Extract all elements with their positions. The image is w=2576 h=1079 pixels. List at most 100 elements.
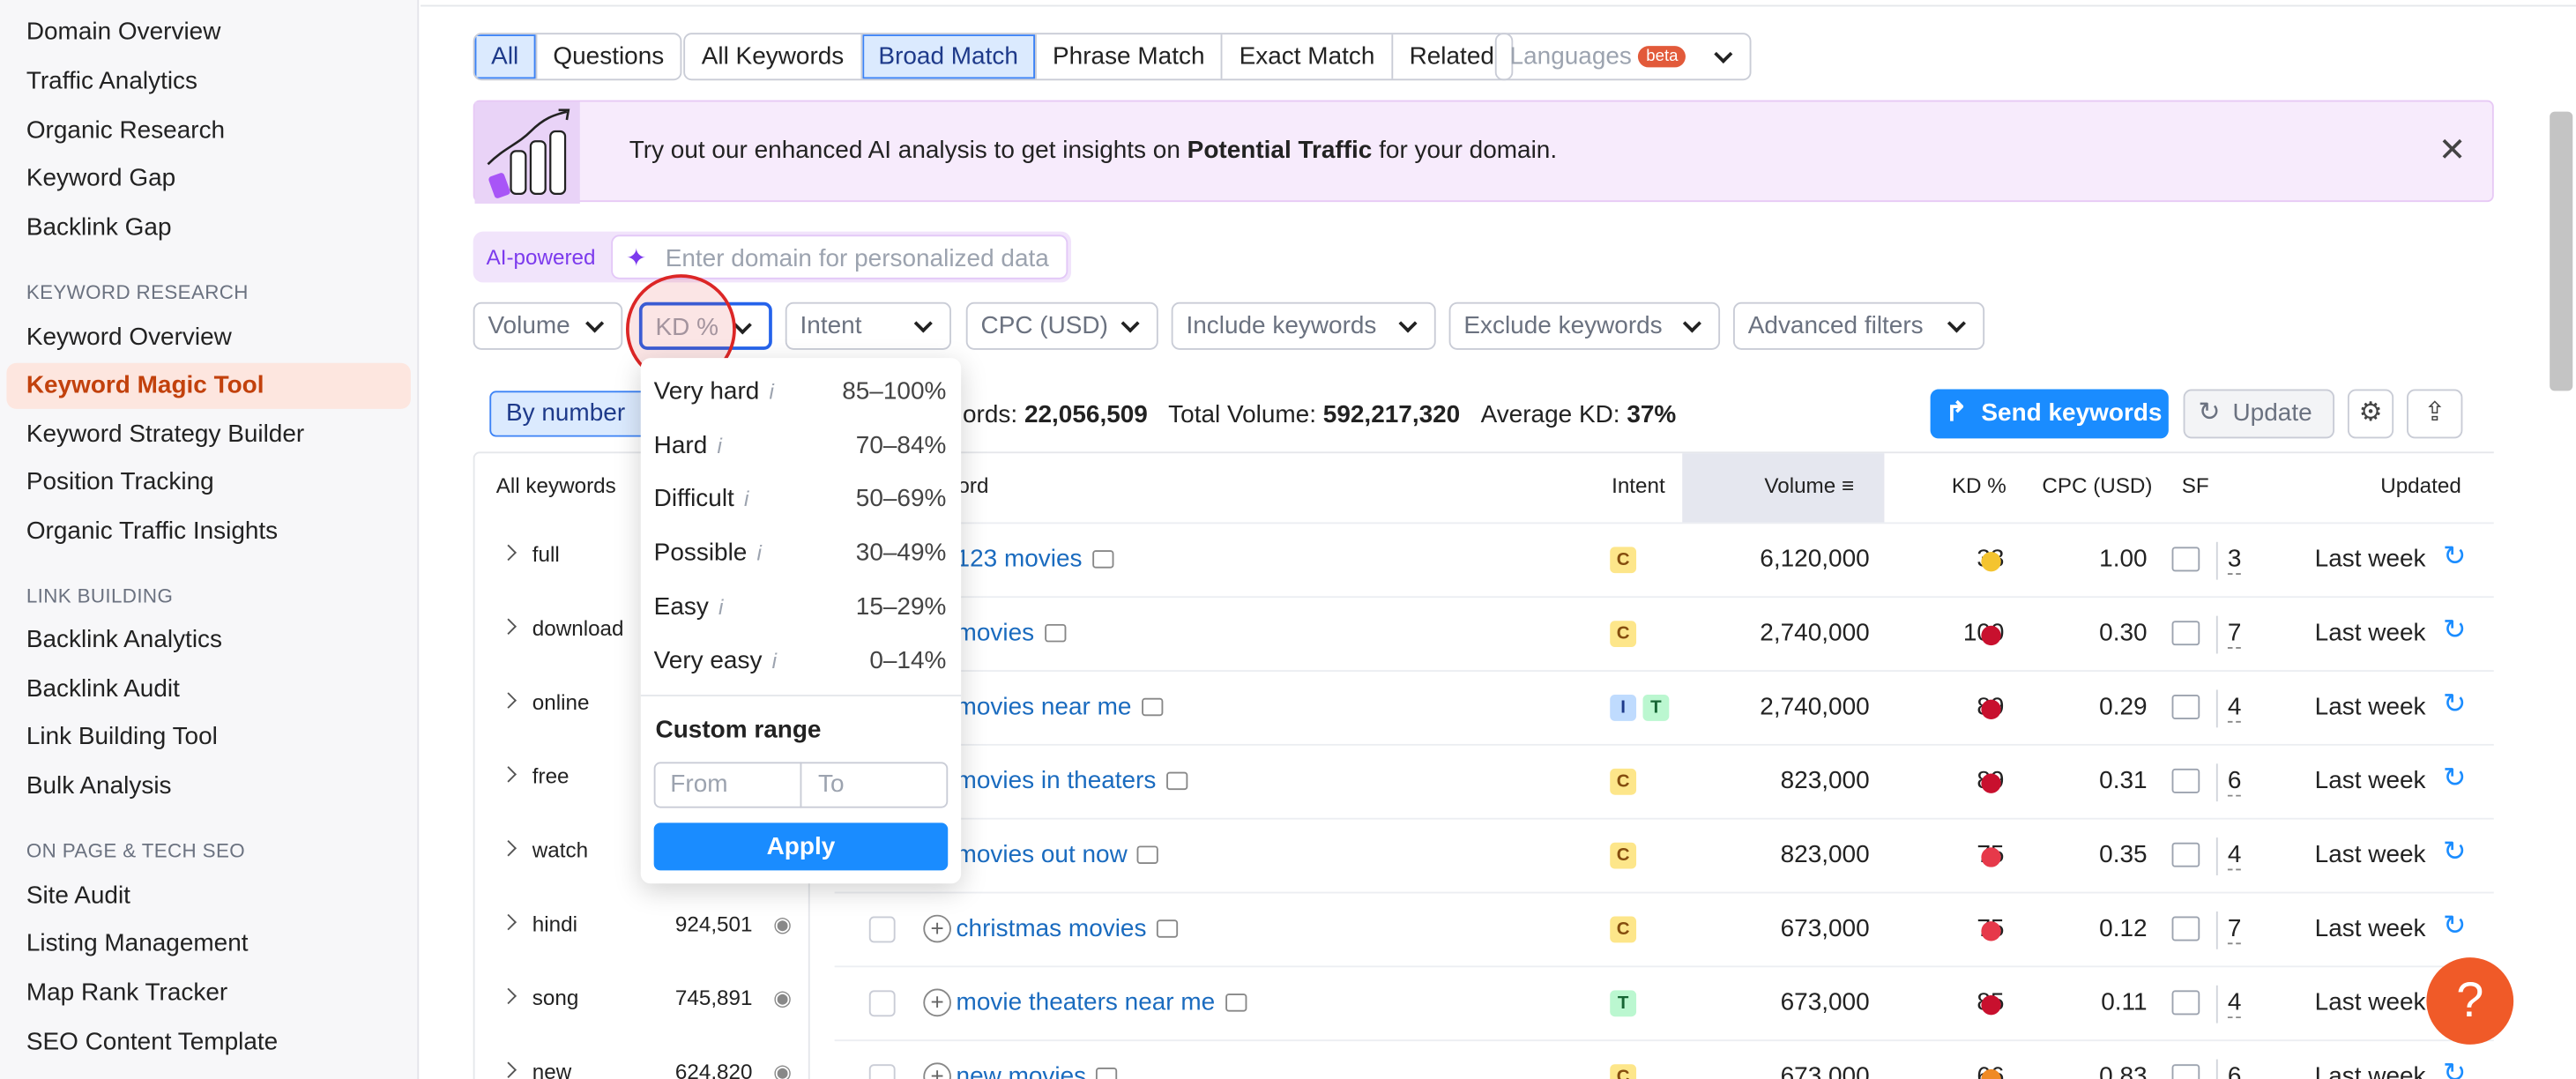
sidebar-item-map-rank-tracker[interactable]: Map Rank Tracker bbox=[26, 979, 227, 1007]
update-button[interactable]: ↻ Update bbox=[2183, 389, 2335, 439]
serp-features-icon[interactable] bbox=[2171, 768, 2200, 793]
sf-count[interactable]: 4 bbox=[2227, 989, 2242, 1019]
keyword-link[interactable]: movies near me bbox=[957, 693, 1163, 721]
sidebar-item-backlink-audit[interactable]: Backlink Audit bbox=[26, 675, 180, 703]
languages-select[interactable]: Languages beta bbox=[1494, 33, 1752, 81]
header-cpc[interactable]: CPC (USD) bbox=[2042, 473, 2152, 498]
sidebar-item-position-tracking[interactable]: Position Tracking bbox=[26, 468, 214, 496]
add-icon[interactable]: + bbox=[923, 914, 951, 943]
serp-features-icon[interactable] bbox=[2171, 916, 2200, 941]
sf-count[interactable]: 6 bbox=[2228, 1062, 2242, 1079]
row-checkbox[interactable] bbox=[868, 1064, 896, 1079]
sidebar-item-seo-content-template[interactable]: SEO Content Template bbox=[26, 1028, 278, 1056]
tab-all[interactable]: All bbox=[474, 34, 537, 79]
group-item[interactable]: song 745,891 ◉ bbox=[475, 963, 812, 1037]
add-icon[interactable]: + bbox=[923, 1062, 951, 1079]
kd-option[interactable]: Very hard i 85–100% bbox=[641, 365, 961, 418]
tab-related[interactable]: Related bbox=[1393, 34, 1511, 78]
sidebar-item-link-building-tool[interactable]: Link Building Tool bbox=[26, 723, 218, 751]
kd-option[interactable]: Very easy i 0–14% bbox=[641, 633, 961, 686]
group-item[interactable]: new 624,820 ◉ bbox=[475, 1037, 812, 1079]
scrollbar[interactable] bbox=[2550, 111, 2573, 391]
tab-all-keywords[interactable]: All Keywords bbox=[685, 34, 862, 79]
refresh-icon[interactable]: ↻ bbox=[2443, 836, 2467, 868]
header-keyword[interactable]: ord bbox=[957, 473, 988, 498]
close-icon[interactable]: ✕ bbox=[2438, 135, 2466, 167]
sidebar-item-backlink-gap[interactable]: Backlink Gap bbox=[26, 213, 172, 242]
header-sf[interactable]: SF bbox=[2182, 473, 2209, 498]
row-checkbox[interactable] bbox=[868, 990, 896, 1017]
refresh-icon[interactable]: ↻ bbox=[2443, 688, 2467, 721]
header-kd[interactable]: KD % bbox=[1952, 473, 2006, 498]
filter-include-keywords[interactable]: Include keywords bbox=[1171, 301, 1436, 350]
filter-exclude-keywords[interactable]: Exclude keywords bbox=[1448, 301, 1721, 350]
refresh-icon[interactable]: ↻ bbox=[2443, 910, 2467, 942]
refresh-icon[interactable]: ↻ bbox=[2443, 1058, 2467, 1079]
add-icon[interactable]: + bbox=[923, 988, 951, 1017]
refresh-icon[interactable]: ↻ bbox=[2443, 614, 2467, 647]
help-icon[interactable]: ? bbox=[2426, 957, 2514, 1045]
sidebar-item-site-audit[interactable]: Site Audit bbox=[26, 882, 130, 910]
kd-option[interactable]: Easy i 15–29% bbox=[641, 579, 961, 632]
send-keywords-button[interactable]: ↱ Send keywords bbox=[1930, 389, 2169, 439]
sidebar-item-bulk-analysis[interactable]: Bulk Analysis bbox=[26, 772, 172, 800]
tab-phrase-match[interactable]: Phrase Match bbox=[1036, 34, 1223, 79]
sidebar-item-keyword-overview[interactable]: Keyword Overview bbox=[26, 324, 232, 352]
header-updated[interactable]: Updated bbox=[2380, 473, 2461, 498]
sidebar-item-keyword-strategy-builder[interactable]: Keyword Strategy Builder bbox=[26, 420, 304, 449]
sidebar-item-keyword-magic-tool[interactable]: Keyword Magic Tool bbox=[6, 362, 411, 409]
tab-broad-match[interactable]: Broad Match bbox=[861, 34, 1037, 79]
sf-count[interactable]: 7 bbox=[2227, 915, 2242, 945]
eye-icon[interactable]: ◉ bbox=[773, 912, 792, 938]
serp-features-icon[interactable] bbox=[2171, 695, 2200, 719]
filter-volume[interactable]: Volume bbox=[473, 301, 623, 350]
header-volume[interactable]: Volume ≡ bbox=[1764, 473, 1854, 498]
serp-features-icon[interactable] bbox=[2171, 621, 2200, 646]
group-item[interactable]: hindi 924,501 ◉ bbox=[475, 889, 812, 963]
keyword-link[interactable]: movies in theaters bbox=[957, 767, 1187, 795]
export-icon[interactable]: ⇪ bbox=[2407, 389, 2463, 439]
sf-count[interactable]: 3 bbox=[2227, 546, 2242, 576]
keyword-link[interactable]: 123 movies bbox=[957, 546, 1113, 573]
kd-option[interactable]: Hard i 70–84% bbox=[641, 418, 961, 471]
refresh-icon[interactable]: ↻ bbox=[2443, 540, 2467, 573]
kd-from-input[interactable]: From bbox=[653, 762, 802, 808]
keyword-link[interactable]: christmas movies bbox=[957, 915, 1178, 942]
sidebar-item-keyword-gap[interactable]: Keyword Gap bbox=[26, 164, 175, 192]
sf-count[interactable]: 7 bbox=[2227, 619, 2242, 649]
keyword-link[interactable]: movies out now bbox=[957, 841, 1159, 869]
kd-to-input[interactable]: To bbox=[800, 762, 949, 808]
sidebar-item-listing-management[interactable]: Listing Management bbox=[26, 929, 249, 957]
sidebar-item-backlink-analytics[interactable]: Backlink Analytics bbox=[26, 626, 222, 654]
domain-input[interactable]: ✦ Enter domain for personalized data bbox=[611, 234, 1068, 279]
serp-features-icon[interactable] bbox=[2171, 547, 2200, 572]
gear-icon[interactable]: ⚙ bbox=[2347, 389, 2394, 439]
sf-count[interactable]: 4 bbox=[2227, 693, 2242, 723]
sf-count[interactable]: 4 bbox=[2227, 841, 2242, 871]
keyword-link[interactable]: new movies bbox=[957, 1062, 1118, 1079]
filter-intent[interactable]: Intent bbox=[785, 301, 951, 350]
by-number-toggle[interactable]: By number bbox=[489, 391, 654, 437]
sidebar-item-organic-traffic-insights[interactable]: Organic Traffic Insights bbox=[26, 517, 278, 546]
row-checkbox[interactable] bbox=[868, 916, 896, 943]
serp-features-icon[interactable] bbox=[2171, 1064, 2200, 1079]
sidebar-item-traffic-analytics[interactable]: Traffic Analytics bbox=[26, 67, 197, 95]
tab-questions[interactable]: Questions bbox=[537, 34, 681, 78]
keyword-link[interactable]: movies bbox=[957, 619, 1066, 647]
eye-icon[interactable]: ◉ bbox=[773, 986, 792, 1012]
kd-option[interactable]: Difficult i 50–69% bbox=[641, 472, 961, 525]
sidebar-item-organic-research[interactable]: Organic Research bbox=[26, 116, 225, 145]
eye-icon[interactable]: ◉ bbox=[773, 1060, 792, 1079]
filter-advanced[interactable]: Advanced filters bbox=[1732, 301, 1985, 350]
keyword-link[interactable]: movie theaters near me bbox=[957, 989, 1247, 1016]
sf-count[interactable]: 6 bbox=[2227, 767, 2242, 797]
serp-features-icon[interactable] bbox=[2171, 842, 2200, 867]
apply-button[interactable]: Apply bbox=[653, 822, 949, 871]
tab-exact-match[interactable]: Exact Match bbox=[1223, 34, 1393, 79]
filter-cpc[interactable]: CPC (USD) bbox=[965, 301, 1158, 350]
sidebar-item-domain-overview[interactable]: Domain Overview bbox=[26, 18, 221, 46]
refresh-icon[interactable]: ↻ bbox=[2443, 762, 2467, 794]
header-intent[interactable]: Intent bbox=[1612, 473, 1665, 498]
serp-features-icon[interactable] bbox=[2171, 990, 2200, 1016]
kd-option[interactable]: Possible i 30–49% bbox=[641, 525, 961, 578]
